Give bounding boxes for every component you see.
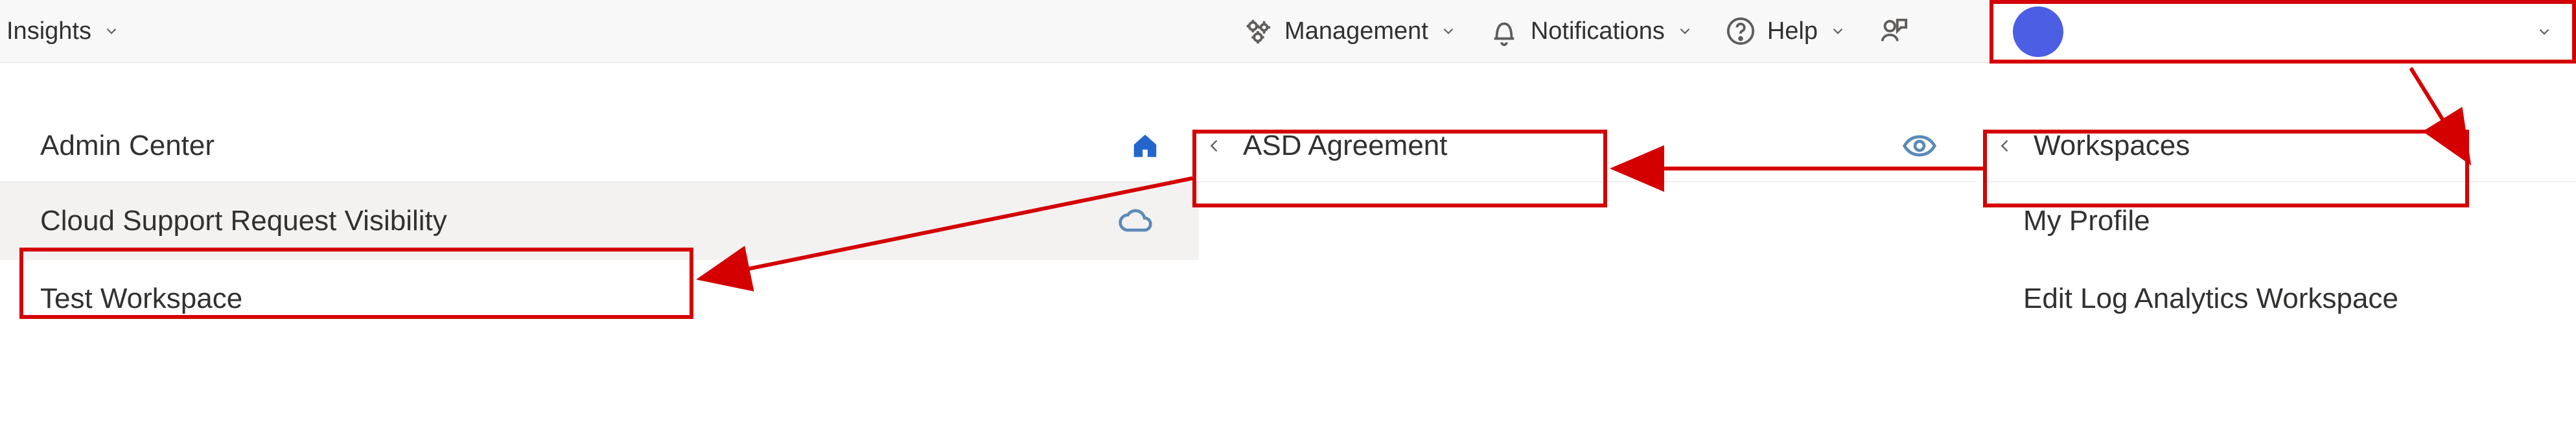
chevron-down-icon xyxy=(103,23,120,40)
nav-management[interactable]: Management xyxy=(1243,16,1457,46)
row-cloud-support-label: Cloud Support Request Visibility xyxy=(40,205,447,237)
avatar xyxy=(2013,6,2063,57)
bell-icon xyxy=(1489,16,1519,46)
chevron-down-icon xyxy=(1440,23,1457,40)
feedback-icon xyxy=(1879,16,1909,46)
row-my-profile-label: My Profile xyxy=(2023,205,2150,237)
right-header-label: Workspaces xyxy=(2034,130,2190,162)
row-test-workspace[interactable]: Test Workspace xyxy=(0,260,1199,338)
nav-feedback[interactable] xyxy=(1879,16,1909,46)
chevron-left-icon xyxy=(1996,130,2014,161)
right-column-header[interactable]: Workspaces xyxy=(1983,110,2576,182)
nav-insights-label: Insights xyxy=(6,18,91,45)
row-edit-log-analytics-label: Edit Log Analytics Workspace xyxy=(2023,283,2398,315)
left-column: Admin Center Cloud Support Request Visib… xyxy=(0,110,1199,338)
row-cloud-support[interactable]: Cloud Support Request Visibility xyxy=(0,182,1199,260)
cloud-icon xyxy=(1117,208,1154,234)
row-my-profile[interactable]: My Profile xyxy=(1983,182,2576,260)
nav-notifications-label: Notifications xyxy=(1531,18,1665,45)
mid-column: ASD Agreement xyxy=(1192,110,1977,182)
right-column: Workspaces My Profile Edit Log Analytics… xyxy=(1983,110,2576,338)
left-header-label: Admin Center xyxy=(40,130,215,162)
nav-insights[interactable]: Insights xyxy=(6,18,120,45)
nav-notifications[interactable]: Notifications xyxy=(1489,16,1693,46)
nav-management-label: Management xyxy=(1284,18,1428,45)
gear-cluster-icon xyxy=(1243,16,1273,46)
nav-help-label: Help xyxy=(1767,18,1818,45)
eye-icon xyxy=(1901,134,1938,158)
nav-help[interactable]: Help xyxy=(1726,16,1846,46)
user-menu[interactable] xyxy=(1990,0,2576,64)
home-icon xyxy=(1130,131,1160,161)
chevron-down-icon xyxy=(1829,23,1846,40)
help-icon xyxy=(1726,16,1756,46)
mid-column-header[interactable]: ASD Agreement xyxy=(1192,110,1977,182)
mid-header-label: ASD Agreement xyxy=(1243,130,1448,162)
left-column-header[interactable]: Admin Center xyxy=(0,110,1199,182)
row-edit-log-analytics[interactable]: Edit Log Analytics Workspace xyxy=(1983,260,2576,338)
chevron-left-icon xyxy=(1205,130,1224,161)
row-test-workspace-label: Test Workspace xyxy=(40,283,242,315)
chevron-down-icon xyxy=(1677,23,1693,40)
chevron-down-icon xyxy=(2536,23,2553,40)
